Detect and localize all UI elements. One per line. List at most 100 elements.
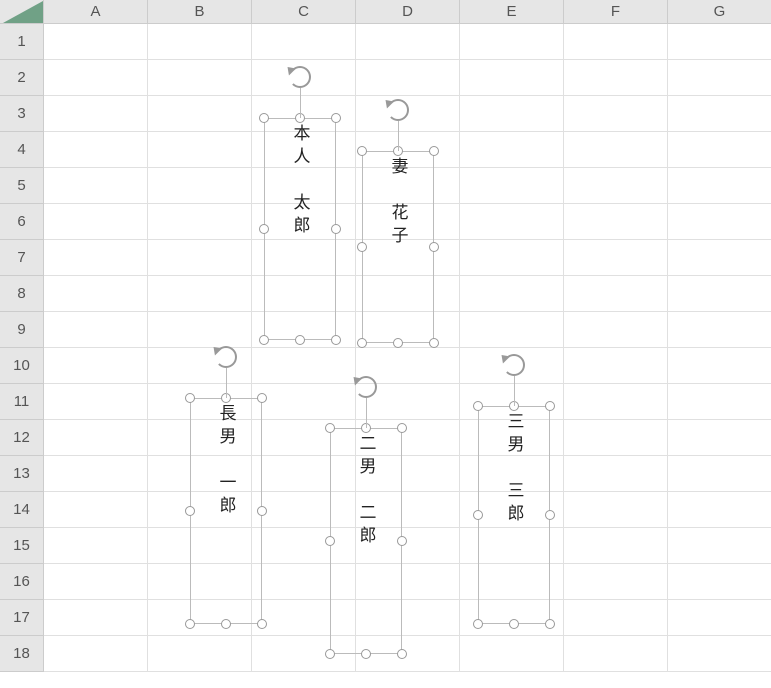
resize-handle[interactable] — [259, 113, 269, 123]
cell[interactable] — [564, 492, 668, 528]
cell[interactable] — [460, 60, 564, 96]
cell[interactable] — [252, 348, 356, 384]
cell[interactable] — [564, 348, 668, 384]
resize-handle[interactable] — [393, 338, 403, 348]
resize-handle[interactable] — [545, 510, 555, 520]
cell[interactable] — [148, 204, 252, 240]
cell[interactable] — [564, 240, 668, 276]
resize-handle[interactable] — [257, 506, 267, 516]
row-header-17[interactable]: 17 — [0, 600, 44, 636]
row-header-1[interactable]: 1 — [0, 24, 44, 60]
cell[interactable] — [44, 348, 148, 384]
resize-handle[interactable] — [429, 242, 439, 252]
resize-handle[interactable] — [473, 401, 483, 411]
cell[interactable] — [252, 384, 356, 420]
cell[interactable] — [148, 240, 252, 276]
text-shape[interactable]: 三男 三郎 — [478, 406, 550, 624]
cell[interactable] — [460, 96, 564, 132]
resize-handle[interactable] — [429, 338, 439, 348]
text-shape[interactable]: 本人 太郎 — [264, 118, 336, 340]
cell[interactable] — [44, 132, 148, 168]
rotation-handle-icon[interactable] — [503, 354, 525, 376]
cell[interactable] — [668, 60, 771, 96]
cell[interactable] — [460, 204, 564, 240]
cell[interactable] — [564, 420, 668, 456]
resize-handle[interactable] — [397, 649, 407, 659]
resize-handle[interactable] — [357, 338, 367, 348]
cell[interactable] — [44, 96, 148, 132]
resize-handle[interactable] — [331, 224, 341, 234]
resize-handle[interactable] — [325, 423, 335, 433]
resize-handle[interactable] — [429, 146, 439, 156]
cell[interactable] — [668, 420, 771, 456]
resize-handle[interactable] — [185, 393, 195, 403]
resize-handle[interactable] — [221, 619, 231, 629]
cell[interactable] — [564, 24, 668, 60]
shape-text[interactable]: 長男 一郎 — [190, 398, 262, 624]
resize-handle[interactable] — [545, 401, 555, 411]
cell[interactable] — [460, 636, 564, 672]
cell[interactable] — [460, 312, 564, 348]
cell[interactable] — [564, 564, 668, 600]
text-shape[interactable]: 二男 二郎 — [330, 428, 402, 654]
resize-handle[interactable] — [545, 619, 555, 629]
resize-handle[interactable] — [397, 423, 407, 433]
resize-handle[interactable] — [473, 619, 483, 629]
cell[interactable] — [44, 60, 148, 96]
cell[interactable] — [44, 204, 148, 240]
resize-handle[interactable] — [325, 649, 335, 659]
cell[interactable] — [668, 528, 771, 564]
resize-handle[interactable] — [397, 536, 407, 546]
cell[interactable] — [44, 600, 148, 636]
resize-handle[interactable] — [509, 619, 519, 629]
row-header-18[interactable]: 18 — [0, 636, 44, 672]
resize-handle[interactable] — [331, 335, 341, 345]
cell[interactable] — [668, 492, 771, 528]
cell[interactable] — [44, 168, 148, 204]
row-header-6[interactable]: 6 — [0, 204, 44, 240]
resize-handle[interactable] — [473, 510, 483, 520]
cell[interactable] — [564, 636, 668, 672]
cell[interactable] — [564, 384, 668, 420]
resize-handle[interactable] — [331, 113, 341, 123]
cell[interactable] — [44, 420, 148, 456]
resize-handle[interactable] — [257, 393, 267, 403]
cell[interactable] — [44, 312, 148, 348]
resize-handle[interactable] — [259, 335, 269, 345]
cell[interactable] — [460, 132, 564, 168]
cell[interactable] — [44, 240, 148, 276]
resize-handle[interactable] — [185, 506, 195, 516]
cell[interactable] — [148, 312, 252, 348]
cell[interactable] — [148, 168, 252, 204]
cell[interactable] — [44, 276, 148, 312]
cell[interactable] — [668, 276, 771, 312]
cell[interactable] — [460, 276, 564, 312]
shape-text[interactable]: 妻 花子 — [362, 151, 434, 343]
cell[interactable] — [668, 600, 771, 636]
cell[interactable] — [668, 384, 771, 420]
cell[interactable] — [564, 528, 668, 564]
rotation-handle-icon[interactable] — [355, 376, 377, 398]
cell[interactable] — [564, 204, 668, 240]
row-header-7[interactable]: 7 — [0, 240, 44, 276]
cell[interactable] — [460, 168, 564, 204]
column-header-G[interactable]: G — [668, 0, 771, 24]
column-header-D[interactable]: D — [356, 0, 460, 24]
cell[interactable] — [44, 492, 148, 528]
cell[interactable] — [668, 348, 771, 384]
cell[interactable] — [668, 132, 771, 168]
row-header-4[interactable]: 4 — [0, 132, 44, 168]
cell[interactable] — [564, 132, 668, 168]
column-header-C[interactable]: C — [252, 0, 356, 24]
column-header-E[interactable]: E — [460, 0, 564, 24]
cell[interactable] — [668, 456, 771, 492]
column-header-B[interactable]: B — [148, 0, 252, 24]
row-header-8[interactable]: 8 — [0, 276, 44, 312]
cell[interactable] — [564, 168, 668, 204]
resize-handle[interactable] — [295, 335, 305, 345]
cell[interactable] — [564, 60, 668, 96]
cell[interactable] — [44, 564, 148, 600]
cell[interactable] — [564, 456, 668, 492]
cell[interactable] — [44, 456, 148, 492]
resize-handle[interactable] — [325, 536, 335, 546]
